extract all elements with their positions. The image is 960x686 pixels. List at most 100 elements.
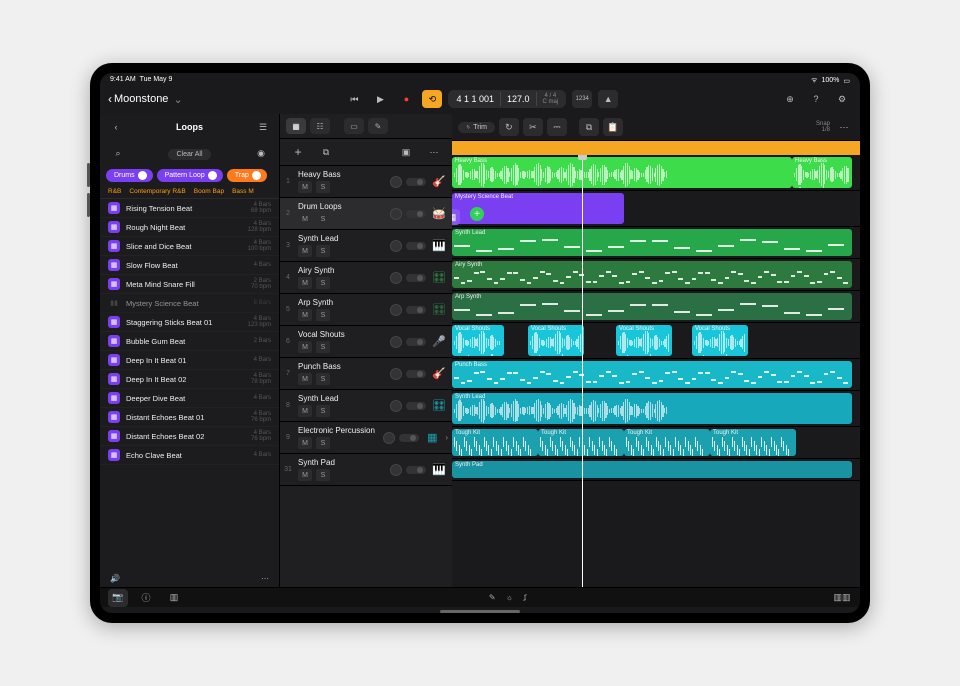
loop-row[interactable]: ▦Distant Echoes Beat 024 Bars76 bpm [100, 427, 279, 446]
instrument-icon[interactable]: 🎹 [430, 238, 448, 254]
track-header[interactable]: 3Synth LeadMS🎹 [280, 230, 452, 262]
loop-row[interactable]: ▦Rough Night Beat4 Bars128 bpm [100, 218, 279, 237]
camera-icon[interactable]: 📷 [108, 589, 128, 607]
region[interactable]: Tough Kit [624, 429, 710, 456]
snap-display[interactable]: Snap1/8 [816, 121, 830, 133]
track-header[interactable]: 2Drum LoopsMS🥁 [280, 198, 452, 230]
loops-more-icon[interactable]: ⋯ [261, 574, 269, 583]
region[interactable]: Synth Lead [452, 229, 852, 256]
info-icon[interactable]: ⓘ [136, 589, 156, 607]
solo-button[interactable]: S [316, 437, 330, 449]
region[interactable]: Tough Kit [538, 429, 624, 456]
loop-row[interactable]: ▮▮Mystery Science Beat8 Bars [100, 294, 279, 313]
chevron-right-icon[interactable]: › [445, 433, 448, 442]
mute-button[interactable]: M [298, 213, 312, 225]
chip-remove-icon[interactable]: × [252, 171, 261, 180]
loop-list[interactable]: ▦Rising Tension Beat4 Bars68 bpm▦Rough N… [100, 199, 279, 570]
track-folder-icon[interactable]: ▣ [396, 143, 416, 161]
view-mixer-icon[interactable]: ☷ [310, 118, 330, 134]
track-header[interactable]: 5Arp SynthMS🎛 [280, 294, 452, 326]
track-lane[interactable]: Tough KitTough KitTough KitTough Kit [452, 427, 860, 459]
track-header[interactable]: 31Synth PadMS🎹 [280, 454, 452, 486]
chip-remove-icon[interactable]: × [208, 171, 217, 180]
loop-row[interactable]: ▦Slice and Dice Beat4 Bars100 bpm [100, 237, 279, 256]
instrument-icon[interactable]: 🎛 [430, 302, 448, 318]
track-lane[interactable]: Vocal ShoutsVocal ShoutsVocal ShoutsVoca… [452, 323, 860, 359]
clear-all-button[interactable]: Clear All [168, 149, 210, 160]
mute-button[interactable]: M [298, 309, 312, 321]
loop-row[interactable]: ▦Slow Flow Beat4 Bars [100, 256, 279, 275]
category-item[interactable]: Contemporary R&B [129, 188, 185, 195]
track-header[interactable]: 9Electronic PercussionMS▦› [280, 422, 452, 454]
loops-filter-icon[interactable]: ☰ [253, 118, 273, 136]
mute-button[interactable]: M [298, 469, 312, 481]
play-button[interactable]: ▶ [370, 90, 390, 108]
mute-button[interactable]: M [298, 181, 312, 193]
loops-results-icon[interactable]: ◉ [251, 144, 271, 162]
track-lane[interactable]: Mystery Science Beat+▦ [452, 191, 860, 227]
region[interactable]: Arp Synth [452, 293, 852, 320]
instrument-icon[interactable]: 🥁 [430, 206, 448, 222]
instrument-icon[interactable]: 🎤 [430, 334, 448, 350]
paste-icon[interactable]: 📋 [603, 118, 623, 136]
volume-knob[interactable] [390, 176, 402, 188]
view-automation-icon[interactable]: ✎ [368, 118, 388, 134]
keyboard-icon[interactable]: ▥▥ [832, 589, 852, 607]
category-row[interactable]: R&BContemporary R&BBoom BapBass M [100, 185, 279, 199]
pan-slider[interactable] [406, 338, 426, 346]
sliders-icon[interactable]: ⎎ [523, 593, 527, 603]
join-icon[interactable]: ⎓ [547, 118, 567, 136]
pan-slider[interactable] [406, 466, 426, 474]
category-item[interactable]: Bass M [232, 188, 254, 195]
ruler[interactable]: 1357911131517 [452, 141, 860, 155]
pan-slider[interactable] [406, 370, 426, 378]
region[interactable]: Tough Kit [452, 429, 538, 456]
track-lane[interactable]: Heavy BassHeavy Bass [452, 155, 860, 191]
search-icon[interactable]: ⌕ [108, 144, 128, 162]
track-lane[interactable]: Synth Lead [452, 391, 860, 427]
region[interactable]: Synth Lead [452, 393, 852, 424]
pan-slider[interactable] [406, 402, 426, 410]
share-icon[interactable]: ⊕ [780, 90, 800, 108]
region[interactable]: Synth Pad [452, 461, 852, 478]
lanes-area[interactable]: Heavy BassHeavy BassMystery Science Beat… [452, 155, 860, 587]
instrument-icon[interactable]: 🎹 [430, 462, 448, 478]
track-more-icon[interactable]: ⋯ [424, 143, 444, 161]
volume-knob[interactable] [390, 272, 402, 284]
mute-button[interactable]: M [298, 437, 312, 449]
chip-remove-icon[interactable]: × [138, 171, 147, 180]
region[interactable]: Tough Kit [710, 429, 796, 456]
scissors-icon[interactable]: ✂ [523, 118, 543, 136]
loop-row[interactable]: ▦Distant Echoes Beat 014 Bars76 bpm [100, 408, 279, 427]
solo-button[interactable]: S [316, 469, 330, 481]
volume-icon[interactable]: 🔊 [110, 574, 120, 583]
track-lane[interactable]: Punch Bass [452, 359, 860, 391]
solo-button[interactable]: S [316, 341, 330, 353]
mute-button[interactable]: M [298, 245, 312, 257]
trim-tool[interactable]: ᛃ Trim [458, 122, 495, 133]
volume-knob[interactable] [390, 336, 402, 348]
filter-chip[interactable]: Pattern Loop× [157, 169, 223, 182]
loop-row[interactable]: ▦Deeper Dive Beat4 Bars [100, 389, 279, 408]
loop-row[interactable]: ▦Meta Mind Snare Fill2 Bars70 bpm [100, 275, 279, 294]
pan-slider[interactable] [406, 242, 426, 250]
pan-slider[interactable] [406, 274, 426, 282]
region[interactable]: Vocal Shouts [528, 325, 584, 356]
volume-knob[interactable] [390, 464, 402, 476]
volume-knob[interactable] [390, 400, 402, 412]
brightness-icon[interactable]: ☼ [506, 593, 513, 603]
track-header[interactable]: 8Synth LeadMS🎛 [280, 390, 452, 422]
loop-row[interactable]: ▦Bubble Gum Beat2 Bars [100, 332, 279, 351]
loop-row[interactable]: ▦Rising Tension Beat4 Bars68 bpm [100, 199, 279, 218]
lcd-display[interactable]: 4 1 1 001 127.0 4 / 4C maj [448, 90, 566, 108]
solo-button[interactable]: S [316, 181, 330, 193]
solo-button[interactable]: S [316, 373, 330, 385]
solo-button[interactable]: S [316, 405, 330, 417]
loop-drop-marker[interactable]: ▦ [452, 209, 460, 225]
solo-button[interactable]: S [316, 245, 330, 257]
volume-knob[interactable] [383, 432, 395, 444]
mute-button[interactable]: M [298, 373, 312, 385]
loop-row[interactable]: ▦Staggering Sticks Beat 014 Bars123 bpm [100, 313, 279, 332]
track-header[interactable]: 6Vocal ShoutsMS🎤 [280, 326, 452, 358]
track-lane[interactable]: Arp Synth [452, 291, 860, 323]
